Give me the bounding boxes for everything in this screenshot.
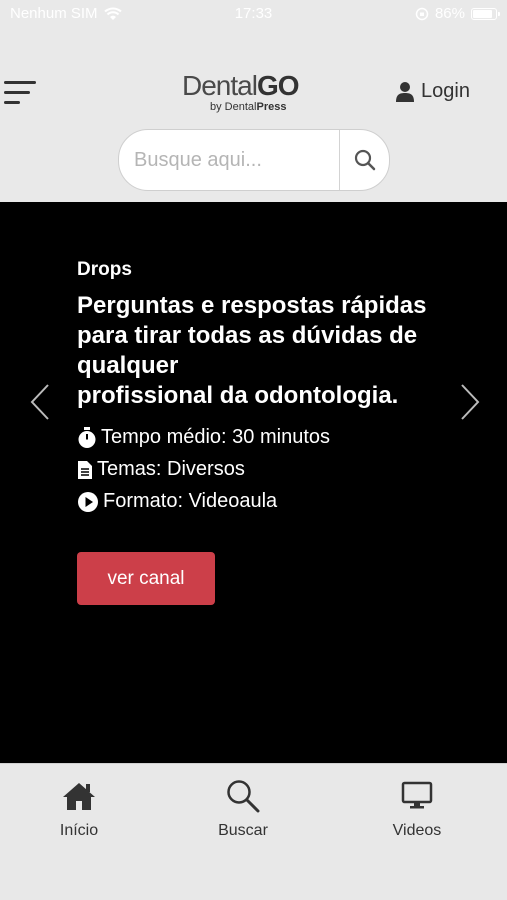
menu-icon-bar: [4, 101, 20, 104]
bottom-tab-bar: Início Buscar Videos: [0, 763, 507, 900]
play-circle-icon: [78, 491, 98, 512]
search-input[interactable]: Busque aqui...: [119, 130, 340, 190]
info-format-text: Formato: Videoaula: [103, 490, 278, 512]
headline-line: qualquer: [77, 352, 179, 379]
tab-videos[interactable]: Videos: [362, 778, 472, 840]
featured-carousel: Drops Perguntas e respostas rápidas para…: [0, 202, 507, 763]
menu-button[interactable]: [4, 78, 40, 108]
search-bar: Busque aqui...: [118, 129, 390, 191]
view-channel-button[interactable]: ver canal: [77, 552, 215, 605]
dentalgo-logo[interactable]: DentalGO by DentalPress: [182, 71, 322, 115]
tab-label: Início: [59, 822, 99, 839]
info-time: Tempo médio: 30 minutos: [77, 426, 330, 449]
search-icon: [227, 780, 260, 813]
carousel-prev-button[interactable]: [25, 382, 55, 422]
tab-label: Videos: [392, 822, 442, 839]
channel-category: Drops: [77, 259, 132, 280]
search-icon: [354, 149, 376, 171]
tab-label: Buscar: [218, 822, 268, 839]
info-topics: Temas: Diversos: [77, 458, 245, 481]
menu-icon-bar: [4, 81, 36, 84]
info-time-text: Tempo médio: 30 minutos: [101, 426, 331, 448]
channel-headline: Perguntas e respostas rápidas para tirar…: [77, 291, 472, 411]
menu-icon-bar: [4, 91, 30, 94]
tab-inicio[interactable]: Início: [24, 778, 134, 840]
monitor-icon: [401, 781, 433, 809]
battery-percent: 86%: [434, 5, 465, 22]
app-header: DentalGO by DentalPress Login Busque aqu…: [0, 30, 507, 202]
orientation-lock-icon: [415, 7, 429, 20]
headline-line: Perguntas e respostas rápidas: [77, 292, 427, 319]
home-icon: [63, 783, 95, 810]
document-icon: [78, 460, 92, 479]
chevron-left-icon: [30, 384, 49, 420]
logo-sub-text-bold: Press: [256, 101, 287, 113]
tab-buscar[interactable]: Buscar: [188, 778, 298, 840]
headline-line: para tirar todas as dúvidas de: [77, 322, 418, 349]
logo-text: Dental: [182, 70, 258, 101]
info-format: Formato: Videoaula: [77, 490, 277, 513]
headline-line: profissional da odontologia.: [77, 382, 399, 409]
logo-text-bold: GO: [256, 70, 300, 101]
login-button[interactable]: Login: [395, 80, 470, 103]
logo-sub-text: by Dental: [210, 101, 257, 113]
info-topics-text: Temas: Diversos: [97, 458, 245, 480]
status-bar: Nenhum SIM 17:33 86%: [0, 0, 507, 30]
battery-icon: [471, 7, 500, 20]
stopwatch-icon: [78, 426, 96, 448]
login-label: Login: [421, 80, 470, 102]
user-icon: [396, 81, 414, 102]
search-button[interactable]: [340, 130, 389, 190]
